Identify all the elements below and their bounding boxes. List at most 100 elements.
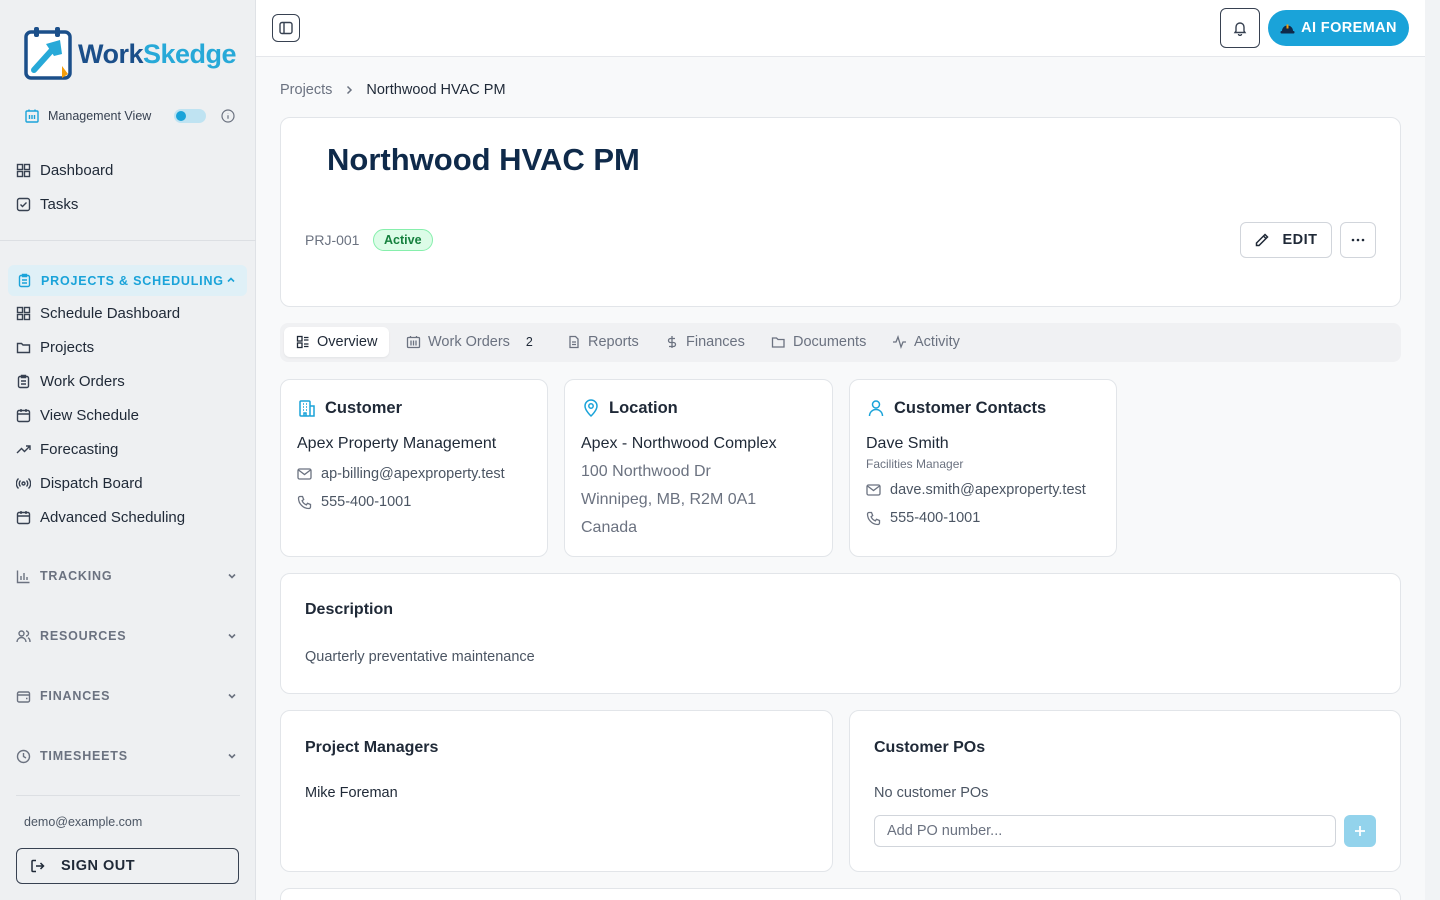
section-tracking[interactable]: TRACKING [16, 566, 240, 586]
section-projects-scheduling[interactable]: PROJECTS & SCHEDULING [8, 265, 247, 296]
file-text-icon [569, 335, 579, 349]
page-title: Northwood HVAC PM [327, 142, 640, 177]
tasks-icon [16, 197, 31, 211]
tab-finances[interactable]: Finances [665, 327, 745, 357]
customer-pos-card: Customer POs No customer POs [849, 710, 1401, 872]
management-view-toggle[interactable] [174, 109, 206, 123]
sign-out-button[interactable]: SIGN OUT [16, 848, 239, 884]
ai-foreman-label: AI FOREMAN [1301, 20, 1397, 36]
sign-out-label: SIGN OUT [61, 858, 136, 874]
scrollbar-track[interactable] [1425, 0, 1440, 900]
customer-email-row: ap-billing@apexproperty.test [297, 466, 505, 482]
notifications-button[interactable] [1220, 8, 1260, 48]
folder-icon [16, 342, 31, 353]
mail-icon [866, 484, 881, 496]
tab-label: Work Orders [428, 334, 510, 350]
tab-count-badge: 2 [525, 335, 533, 349]
add-po-button[interactable] [1344, 815, 1376, 847]
card-title: Customer Contacts [866, 398, 1046, 418]
project-header-card: Northwood HVAC PM PRJ-001 Active EDIT [280, 117, 1401, 307]
edit-button[interactable]: EDIT [1240, 222, 1332, 258]
description-card: Description Quarterly preventative maint… [280, 573, 1401, 694]
info-icon[interactable] [221, 109, 235, 123]
calendar-icon [16, 510, 31, 524]
section-finances[interactable]: FINANCES [16, 686, 240, 706]
pencil-icon [1256, 233, 1270, 247]
contact-role: Facilities Manager [866, 457, 964, 471]
customer-phone-row: 555-400-1001 [297, 494, 411, 510]
brand-logo[interactable]: WorkSkedge [22, 26, 237, 82]
description-text: Quarterly preventative maintenance [305, 649, 535, 665]
wallet-icon [16, 690, 31, 703]
project-id: PRJ-001 [305, 232, 360, 248]
contact-email-row: dave.smith@apexproperty.test [866, 482, 1086, 498]
contact-phone[interactable]: 555-400-1001 [890, 510, 980, 526]
customer-email[interactable]: ap-billing@apexproperty.test [321, 466, 505, 482]
phone-icon [866, 511, 881, 525]
tab-label: Documents [793, 334, 867, 350]
project-managers-card: Project Managers Mike Foreman [280, 710, 833, 872]
section-label: TRACKING [40, 569, 113, 583]
building-icon [25, 109, 39, 123]
sidebar-item-work-orders[interactable]: Work Orders [16, 369, 125, 393]
tab-label: Overview [317, 334, 378, 350]
more-options-button[interactable] [1340, 222, 1376, 258]
clipboard-icon [18, 273, 31, 288]
tab-overview[interactable]: Overview [284, 327, 390, 357]
ai-foreman-button[interactable]: AI FOREMAN [1268, 10, 1409, 46]
chevron-down-icon [228, 633, 236, 639]
address-line-2: Winnipeg, MB, R2M 0A1 [581, 491, 757, 508]
sidebar-item-forecasting[interactable]: Forecasting [16, 437, 118, 461]
sidebar-item-projects[interactable]: Projects [16, 335, 94, 359]
user-icon [868, 400, 884, 417]
sidebar-item-view-schedule[interactable]: View Schedule [16, 403, 139, 427]
sidebar-panel-icon [279, 21, 293, 35]
breadcrumb-projects-link[interactable]: Projects [280, 82, 332, 98]
customer-contacts-card: Customer Contacts Dave Smith Facilities … [849, 379, 1117, 557]
tab-work-orders[interactable]: Work Orders 2 [406, 327, 533, 357]
project-manager-name: Mike Foreman [305, 785, 398, 801]
card-title-label: Location [609, 398, 678, 417]
location-card: Location Apex - Northwood Complex 100 No… [564, 379, 833, 557]
chevron-down-icon [228, 573, 236, 579]
sidebar-item-label: Projects [40, 338, 95, 356]
logo-mark-icon [24, 27, 72, 80]
sidebar-item-label: Dashboard [40, 161, 114, 179]
customer-phone[interactable]: 555-400-1001 [321, 494, 411, 510]
toggle-sidebar-button[interactable] [272, 14, 300, 42]
broadcast-icon [16, 477, 31, 489]
card-title-label: Customer [325, 398, 403, 417]
sidebar-divider [0, 240, 256, 241]
sidebar-item-advanced-scheduling[interactable]: Advanced Scheduling [16, 505, 185, 529]
tab-label: Activity [914, 334, 960, 350]
plus-icon [1355, 826, 1365, 836]
tab-activity[interactable]: Activity [892, 327, 960, 357]
hard-hat-icon [1280, 24, 1295, 33]
address-line-3: Canada [581, 519, 638, 536]
tab-reports[interactable]: Reports [567, 327, 639, 357]
sidebar-item-tasks[interactable]: Tasks [16, 192, 78, 216]
sidebar-item-label: Dispatch Board [40, 474, 143, 492]
po-number-input[interactable] [874, 815, 1336, 847]
tab-label: Reports [588, 334, 639, 350]
sidebar-divider [16, 795, 240, 796]
contact-name: Dave Smith [866, 435, 949, 452]
additional-card [280, 888, 1401, 900]
sidebar-item-schedule-dashboard[interactable]: Schedule Dashboard [16, 301, 180, 325]
sidebar-item-dashboard[interactable]: Dashboard [16, 158, 113, 182]
section-resources[interactable]: RESOURCES [16, 626, 240, 646]
breadcrumb: Projects Northwood HVAC PM [280, 82, 506, 98]
sidebar-item-dispatch-board[interactable]: Dispatch Board [16, 471, 143, 495]
customer-pos-empty: No customer POs [874, 785, 989, 801]
chevron-down-icon [228, 693, 236, 699]
office-building-icon [299, 400, 315, 417]
card-title: Customer [297, 398, 402, 418]
breadcrumb-current: Northwood HVAC PM [366, 82, 506, 98]
tab-documents[interactable]: Documents [771, 327, 866, 357]
section-timesheets[interactable]: TIMESHEETS [16, 746, 240, 766]
section-label: RESOURCES [40, 629, 127, 643]
map-pin-icon [584, 399, 598, 418]
bar-chart-icon [16, 570, 30, 583]
contact-email[interactable]: dave.smith@apexproperty.test [890, 482, 1086, 498]
calendar-icon [16, 408, 31, 422]
